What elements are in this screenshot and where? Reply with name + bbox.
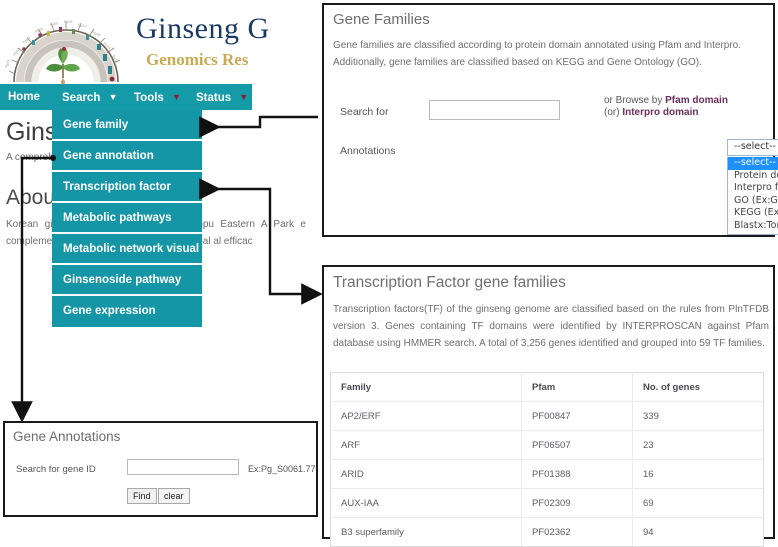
cell-family: B3 superfamily bbox=[331, 517, 522, 546]
browse-prefix-text: or Browse by bbox=[604, 95, 666, 106]
cell-gene-count: 69 bbox=[632, 488, 763, 518]
clear-button[interactable]: clear bbox=[158, 488, 190, 504]
gene-families-title: Gene Families bbox=[333, 11, 430, 28]
find-button[interactable]: Find bbox=[127, 488, 157, 504]
menu-item-gene-expression[interactable]: Gene expression bbox=[52, 296, 202, 327]
svg-text:Pg04: Pg04 bbox=[35, 27, 44, 34]
chevron-down-icon: ▼ bbox=[108, 92, 118, 102]
menu-item-metabolic-network-visual[interactable]: Metabolic network visual bbox=[52, 234, 202, 265]
table-row: ARID PF01388 16 bbox=[331, 459, 763, 489]
svg-text:Pg05: Pg05 bbox=[49, 21, 58, 27]
gene-families-panel: Gene Families Gene families are classifi… bbox=[322, 3, 778, 237]
table-row: AP2/ERF PF00847 339 bbox=[331, 401, 763, 431]
tf-family-table: Family Pfam No. of genes AP2/ERF PF00847… bbox=[331, 373, 763, 546]
svg-text:Pg08: Pg08 bbox=[92, 30, 101, 37]
chevron-down-icon: ▼ bbox=[239, 92, 249, 102]
nav-item-status[interactable]: Status ▼ bbox=[196, 84, 248, 110]
cell-family: AUX-IAA bbox=[331, 488, 522, 518]
annotations-option[interactable]: --select-- bbox=[728, 157, 778, 170]
cell-gene-count: 339 bbox=[632, 401, 763, 431]
cell-pfam: PF02362 bbox=[521, 517, 633, 546]
annotations-option[interactable]: KEGG (Ex.K00430) bbox=[728, 207, 778, 220]
menu-item-transcription-factor[interactable]: Transcription factor bbox=[52, 172, 202, 203]
nav-item-search[interactable]: Search ▼ bbox=[62, 84, 117, 110]
annotations-option[interactable]: Interpro families (Ex:IPR001810) bbox=[728, 182, 778, 195]
gene-id-example-text: Ex:Pg_S0061.77 bbox=[248, 464, 316, 474]
pfam-domain-link[interactable]: Pfam domain bbox=[665, 95, 728, 106]
main-navbar: Home Search ▼ Tools ▼ Status ▼ bbox=[0, 84, 252, 110]
brand-subtitle: Genomics Res bbox=[146, 50, 249, 69]
gene-families-description: Gene families are classified according t… bbox=[333, 40, 742, 68]
site-banner: Pg01 Pg02 Pg03 Pg04 Pg05 Pg06 Pg07 Pg08 … bbox=[0, 0, 320, 84]
cell-pfam: PF06507 bbox=[521, 430, 633, 460]
cell-family: ARID bbox=[331, 459, 522, 489]
menu-item-gene-family[interactable]: Gene family bbox=[52, 110, 202, 141]
transcription-factor-description: Transcription factors(TF) of the ginseng… bbox=[333, 304, 769, 349]
annotations-option[interactable]: Protein domain families (Ex:PF00847) bbox=[728, 170, 778, 183]
cell-gene-count: 94 bbox=[643, 526, 654, 538]
table-row: B3 superfamily PF02362 94 bbox=[331, 517, 763, 546]
tf-family-table-wrapper: Family Pfam No. of genes AP2/ERF PF00847… bbox=[330, 372, 764, 547]
svg-text:Pg06: Pg06 bbox=[64, 20, 73, 24]
column-header-family: Family bbox=[331, 373, 522, 402]
cell-pfam: PF00847 bbox=[521, 401, 633, 431]
circular-genome-logo-icon: Pg01 Pg02 Pg03 Pg04 Pg05 Pg06 Pg07 Pg08 … bbox=[2, 0, 124, 84]
gene-families-search-label: Search for bbox=[340, 106, 389, 118]
annotations-select-value: --select-- bbox=[734, 141, 776, 152]
brand-title: Ginseng G bbox=[136, 12, 270, 45]
annotations-label: Annotations bbox=[340, 145, 396, 157]
annotations-option[interactable]: GO (Ex:GO:0009408) bbox=[728, 195, 778, 208]
annotations-select[interactable]: --select-- ▾ bbox=[727, 139, 778, 156]
menu-item-metabolic-pathways[interactable]: Metabolic pathways bbox=[52, 203, 202, 234]
transcription-factor-title: Transcription Factor gene families bbox=[333, 274, 566, 291]
column-header-pfam: Pfam bbox=[521, 373, 633, 402]
menu-item-ginsenoside-pathway[interactable]: Ginsenoside pathway bbox=[52, 265, 202, 296]
gene-annotations-panel: Gene Annotations Search for gene ID Ex:P… bbox=[3, 421, 318, 517]
nav-item-tools[interactable]: Tools ▼ bbox=[134, 84, 181, 110]
cell-pfam: PF01388 bbox=[521, 459, 633, 489]
search-dropdown-menu: Gene family Gene annotation Transcriptio… bbox=[52, 110, 202, 327]
svg-text:Pg01: Pg01 bbox=[4, 59, 11, 68]
annotations-options-list[interactable]: --select-- Protein domain families (Ex:P… bbox=[727, 157, 778, 235]
gene-id-search-input[interactable] bbox=[127, 459, 239, 475]
menu-item-gene-annotation[interactable]: Gene annotation bbox=[52, 141, 202, 172]
transcription-factor-panel: Transcription Factor gene families Trans… bbox=[322, 265, 775, 547]
nav-item-search-label: Search bbox=[62, 92, 101, 104]
browse-by-pfam-line: or Browse by Pfam domain bbox=[604, 95, 728, 106]
browse-by-interpro-line: (or) Interpro domain bbox=[604, 107, 698, 118]
cell-family: AP2/ERF bbox=[331, 401, 522, 431]
nav-item-home-label: Home bbox=[8, 91, 40, 103]
gene-annotations-title: Gene Annotations bbox=[13, 429, 121, 444]
cell-gene-count: 16 bbox=[632, 459, 763, 489]
cell-pfam: PF02309 bbox=[521, 488, 633, 518]
table-header-row: Family Pfam No. of genes bbox=[331, 373, 763, 402]
nav-item-home[interactable]: Home bbox=[8, 84, 40, 110]
gene-families-search-input[interactable] bbox=[429, 100, 560, 120]
nav-item-status-label: Status bbox=[196, 92, 232, 104]
chevron-down-icon: ▼ bbox=[172, 92, 181, 102]
nav-item-tools-label: Tools bbox=[134, 92, 164, 104]
website-screenshot-region: Pg01 Pg02 Pg03 Pg04 Pg05 Pg06 Pg07 Pg08 … bbox=[0, 0, 320, 420]
cell-family: ARF bbox=[331, 430, 522, 460]
interpro-domain-link[interactable]: Interpro domain bbox=[622, 107, 698, 118]
column-header-no-of-genes: No. of genes bbox=[632, 373, 763, 402]
browse-or-text: (or) bbox=[604, 107, 623, 118]
gene-id-search-label: Search for gene ID bbox=[16, 464, 96, 475]
annotations-option[interactable]: Blastx:Tomato (Ex.NBS ) bbox=[728, 220, 778, 233]
cell-gene-count: 23 bbox=[632, 430, 763, 460]
table-row: ARF PF06507 23 bbox=[331, 430, 763, 460]
table-row: AUX-IAA PF02309 69 bbox=[331, 488, 763, 518]
